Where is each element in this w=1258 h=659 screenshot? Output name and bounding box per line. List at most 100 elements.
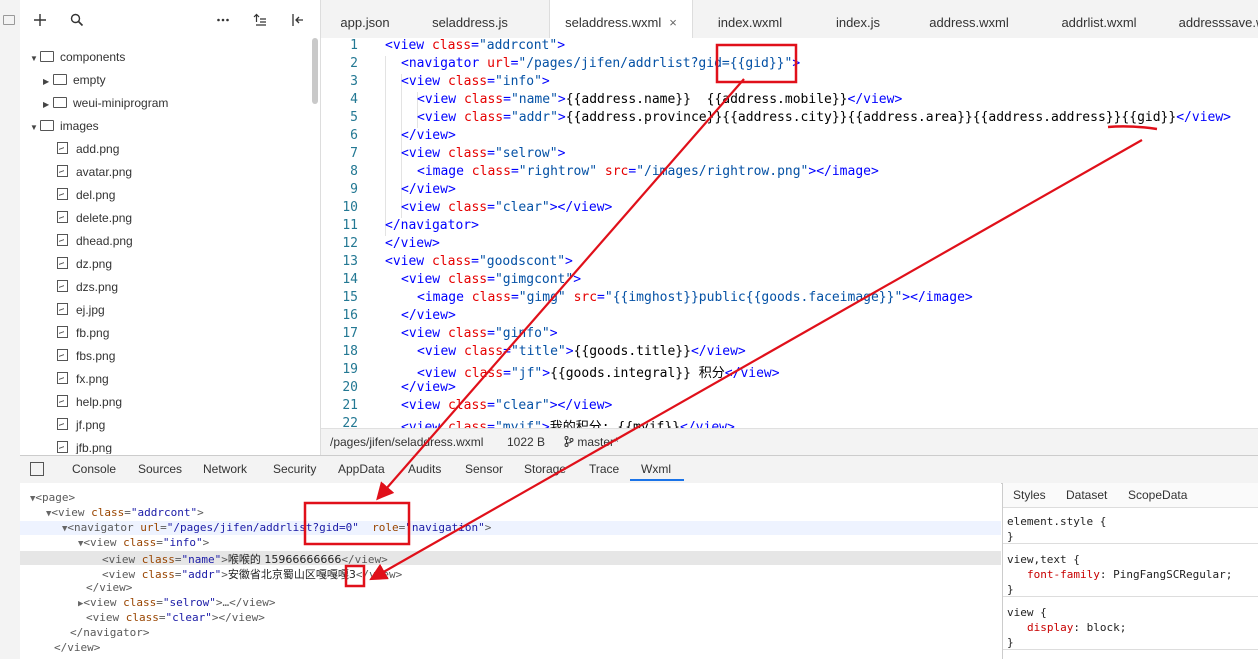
tree-file[interactable]: help.png [57, 391, 122, 413]
search-icon[interactable] [67, 12, 87, 32]
close-icon[interactable]: × [669, 15, 677, 30]
devtools-tab[interactable]: Trace [589, 462, 619, 476]
caret-right-icon[interactable]: ▶ [43, 94, 53, 116]
css-selector[interactable]: view,text { [1007, 553, 1080, 566]
caret-right-icon[interactable]: ▶ [43, 71, 53, 93]
code-line[interactable]: </view> [385, 236, 440, 251]
split-icon[interactable] [287, 12, 307, 32]
editor-tab[interactable]: index.js [809, 0, 907, 38]
code-line[interactable]: <view class="addr">{{address.province}}{… [417, 110, 1231, 125]
code-line[interactable]: <view class="title">{{goods.title}}</vie… [417, 344, 746, 359]
sort-icon[interactable] [250, 12, 270, 32]
code-line[interactable]: <view class="name">{{address.name}} {{ad… [417, 92, 902, 107]
styles-tab[interactable]: Styles [1013, 488, 1046, 502]
dom-token: <page> [35, 491, 76, 504]
plus-icon[interactable] [30, 12, 50, 32]
tree-folder[interactable]: ▼ components [30, 46, 125, 68]
tree-file[interactable]: dhead.png [57, 230, 133, 252]
code-line[interactable]: </view> [401, 182, 456, 197]
code-line[interactable]: <view class="myjf">我的积分: {{myjf}}</view> [401, 416, 735, 428]
dom-node[interactable]: </view> [78, 581, 132, 594]
window-icon[interactable] [3, 15, 15, 25]
code-line[interactable]: <view class="selrow"> [401, 146, 565, 161]
explorer-scrollbar[interactable] [312, 38, 318, 104]
devtools-tab[interactable]: Wxml [641, 462, 671, 476]
code-line[interactable]: <view class="ginfo"> [401, 326, 558, 341]
css-selector[interactable]: element.style { [1007, 515, 1106, 528]
devtools-tab[interactable]: AppData [338, 462, 385, 476]
code-line[interactable]: <view class="gimgcont"> [401, 272, 581, 287]
tree-folder[interactable]: ▶ weui-miniprogram [43, 92, 168, 114]
tree-folder[interactable]: ▼ images [30, 115, 99, 137]
tree-file[interactable]: jf.png [57, 414, 105, 436]
code-line[interactable]: <view class="info"> [401, 74, 550, 89]
code-token: <view [417, 344, 464, 359]
editor-tab[interactable]: seladdress.wxml × [549, 0, 693, 39]
code-line[interactable]: </view> [401, 380, 456, 395]
tree-file[interactable]: del.png [57, 184, 115, 206]
editor-tab[interactable]: app.json [321, 0, 409, 38]
styles-tab[interactable]: Dataset [1066, 488, 1107, 502]
tree-file[interactable]: avatar.png [57, 161, 132, 183]
code-editor[interactable]: 1 <view class="addrcont"> 2 <navigator url=… [321, 38, 1258, 428]
tree-file[interactable]: fx.png [57, 368, 109, 390]
editor-tab[interactable]: seladdress.js [409, 0, 531, 38]
code-line[interactable]: <image class="gimg" src="{{imghost}}publ… [417, 290, 973, 305]
dom-node[interactable]: ▼<navigator url="/pages/jifen/addrlist?g… [62, 521, 491, 534]
devtools-tab[interactable]: Sensor [465, 462, 503, 476]
code-line[interactable]: <view class="clear"></view> [401, 200, 612, 215]
editor-tab[interactable]: index.wxml [691, 0, 809, 38]
dom-node[interactable]: ▶<view class="selrow">…</view> [78, 596, 276, 609]
devtools-tab[interactable]: Storage [524, 462, 566, 476]
dom-node[interactable]: <view class="name">喉喉的 15966666666</view… [94, 551, 388, 567]
css-selector[interactable]: view { [1007, 606, 1047, 619]
dom-node[interactable]: <view class="clear"></view> [78, 611, 265, 624]
code-line[interactable]: </navigator> [385, 218, 479, 233]
devtools-tab[interactable]: Network [203, 462, 247, 476]
caret-down-icon[interactable]: ▼ [30, 117, 40, 139]
editor-tab-label: address.wxml [929, 15, 1009, 30]
explorer-toolbar [20, 0, 320, 44]
tree-file[interactable]: ej.jpg [57, 299, 105, 321]
code-line[interactable]: <navigator url="/pages/jifen/addrlist?gi… [401, 56, 800, 71]
tree-folder[interactable]: ▶ empty [43, 69, 106, 91]
code-line[interactable]: <view class="clear"></view> [401, 398, 612, 413]
devtools-tab[interactable]: Sources [138, 462, 182, 476]
tree-item-label: delete.png [76, 211, 133, 225]
tree-file[interactable]: dz.png [57, 253, 112, 275]
code-line[interactable]: <view class="addrcont"> [385, 38, 565, 53]
dom-token: "navigation" [405, 521, 485, 534]
dom-token: class [123, 536, 157, 549]
code-line[interactable]: </view> [401, 128, 456, 143]
inspect-element-icon[interactable] [30, 462, 44, 476]
devtools-tab[interactable]: Console [72, 462, 116, 476]
dom-node[interactable]: ▼<view class="info"> [78, 536, 209, 549]
editor-tab[interactable]: addresssave.w [1167, 0, 1258, 38]
caret-down-icon[interactable]: ▼ [30, 48, 40, 70]
devtools-tab[interactable]: Security [273, 462, 316, 476]
tree-file[interactable]: fb.png [57, 322, 109, 344]
editor-tab[interactable]: address.wxml [907, 0, 1031, 38]
code-line[interactable]: <image class="rightrow" src="/images/rig… [417, 164, 879, 179]
dom-token: > [202, 536, 210, 549]
editor-tab[interactable]: addrlist.wxml [1031, 0, 1167, 38]
devtools-tab[interactable]: Audits [408, 462, 441, 476]
code-line[interactable]: <view class="jf">{{goods.integral}} 积分</… [417, 362, 780, 381]
tree-file[interactable]: delete.png [57, 207, 132, 229]
dom-node[interactable]: ▼<view class="addrcont"> [46, 506, 204, 519]
css-property[interactable]: display: block; [1027, 621, 1126, 634]
styles-tab[interactable]: ScopeData [1128, 488, 1187, 502]
dom-node[interactable]: </view> [46, 641, 100, 654]
tree-file[interactable]: jfb.png [57, 437, 112, 454]
code-line[interactable]: </view> [401, 308, 456, 323]
more-icon[interactable] [213, 12, 233, 32]
code-line[interactable]: <view class="goodscont"> [385, 254, 573, 269]
dom-node[interactable]: ▼<page> [30, 491, 75, 504]
tree-file[interactable]: dzs.png [57, 276, 118, 298]
tree-file[interactable]: fbs.png [57, 345, 115, 367]
tree-file[interactable]: add.png [57, 138, 119, 160]
dom-node[interactable]: </navigator> [62, 626, 149, 639]
dom-token: class [123, 596, 157, 609]
css-property[interactable]: font-family: PingFangSCRegular; [1027, 568, 1232, 581]
dom-node[interactable]: <view class="addr">安徽省北京蜀山区嘎嘎嘎3</view> [94, 566, 402, 582]
